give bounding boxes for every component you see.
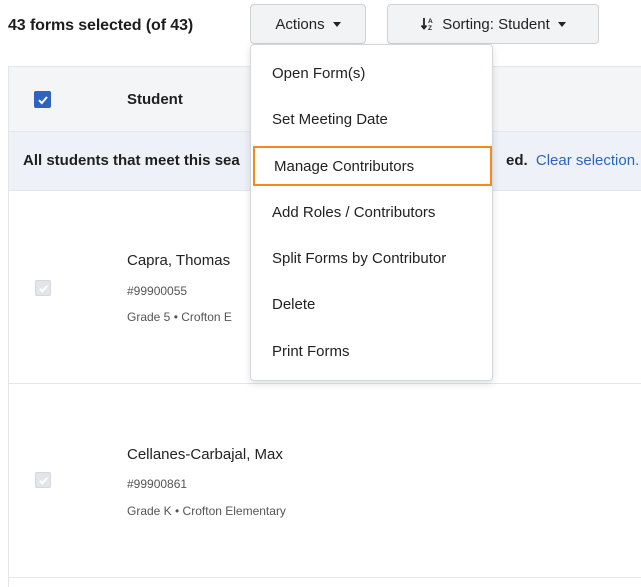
table-row[interactable]: Cellanes-Carbajal, Max #99900861 Grade K… [9, 384, 641, 578]
menu-item-set-meeting-date[interactable]: Set Meeting Date [251, 99, 492, 139]
banner-tail: ed. Clear selection. [506, 152, 639, 169]
row-checkbox[interactable] [35, 280, 51, 296]
student-id: #99900861 [127, 477, 188, 491]
sorting-button[interactable]: A Z Sorting: Student [387, 4, 599, 44]
caret-down-icon [557, 21, 566, 27]
actions-button[interactable]: Actions [250, 4, 366, 44]
menu-item-manage-contributors[interactable]: Manage Contributors [253, 146, 492, 186]
actions-menu: Open Form(s) Set Meeting Date Manage Con… [250, 44, 493, 381]
menu-item-add-roles-contributors[interactable]: Add Roles / Contributors [251, 192, 492, 232]
svg-text:Z: Z [428, 25, 432, 32]
select-all-checkbox[interactable] [34, 91, 51, 108]
banner-text: All students that meet this sea [23, 152, 240, 169]
checkmark-icon [38, 284, 48, 293]
svg-text:A: A [428, 18, 433, 25]
sorting-label: Sorting: Student [442, 15, 550, 33]
clear-selection-link[interactable]: Clear selection. [536, 152, 639, 169]
student-grade: Grade 5 • Crofton E [127, 310, 232, 324]
checkmark-icon [37, 95, 48, 104]
banner-tail-text: ed. [506, 152, 528, 169]
student-id: #99900055 [127, 284, 188, 298]
student-name[interactable]: Capra, Thomas [127, 252, 230, 269]
row-checkbox[interactable] [35, 472, 51, 488]
menu-item-split-forms[interactable]: Split Forms by Contributor [251, 238, 492, 278]
student-name[interactable]: Cellanes-Carbajal, Max [127, 446, 283, 463]
selected-count: 43 forms selected (of 43) [8, 17, 194, 34]
menu-item-open-forms[interactable]: Open Form(s) [251, 53, 492, 93]
checkmark-icon [38, 476, 48, 485]
student-grade: Grade K • Crofton Elementary [127, 504, 286, 518]
actions-label: Actions [275, 15, 325, 33]
column-header-student[interactable]: Student [127, 91, 183, 108]
sort-az-icon: A Z [420, 16, 436, 32]
caret-down-icon [332, 21, 341, 27]
toolbar: 43 forms selected (of 43) Actions A Z So… [0, 0, 641, 50]
menu-item-print-forms[interactable]: Print Forms [251, 331, 492, 371]
menu-item-delete[interactable]: Delete [251, 284, 492, 324]
